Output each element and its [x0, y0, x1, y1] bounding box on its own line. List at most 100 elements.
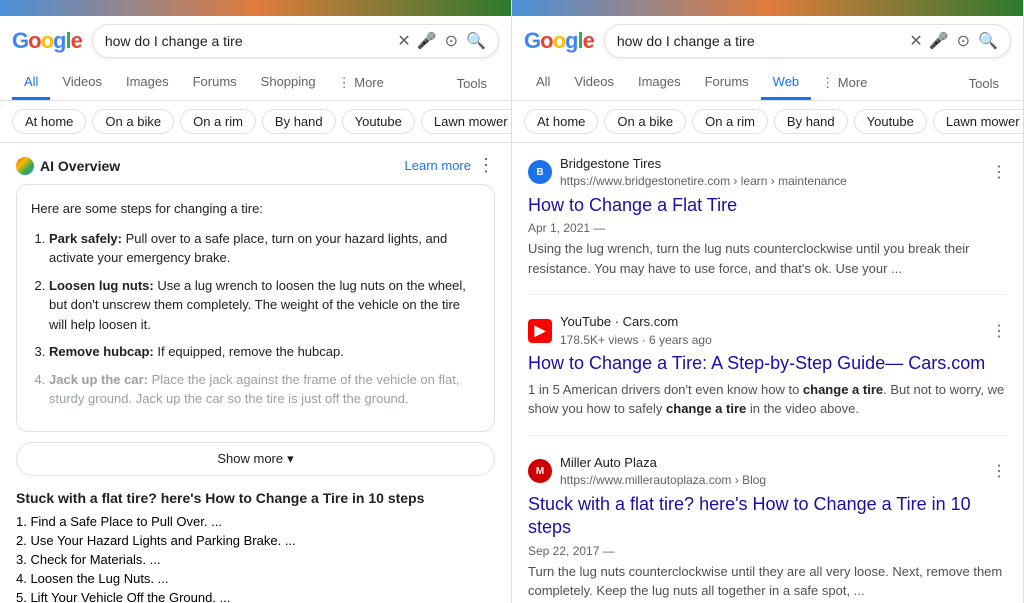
learn-more-link[interactable]: Learn more — [405, 158, 471, 173]
left-panel: Google ✕ 🎤 ⊙ 🔍 All Videos Images Forums … — [0, 0, 512, 603]
youtube-cars-result-title[interactable]: How to Change a Tire: A Step-by-Step Gui… — [528, 352, 1007, 375]
list-item: 1. Find a Safe Place to Pull Over. ... — [16, 514, 495, 529]
tools-btn-right[interactable]: Tools — [957, 68, 1011, 99]
ai-step-1: Park safely: Pull over to a safe place, … — [49, 229, 480, 268]
show-more-button[interactable]: Show more ▾ — [16, 442, 495, 476]
chip-at-home-left[interactable]: At home — [12, 109, 86, 134]
bridgestone-favicon: B — [528, 160, 552, 184]
chip-by-hand-right[interactable]: By hand — [774, 109, 848, 134]
header-right: Google ✕ 🎤 ⊙ 🔍 All Videos Images Forums … — [512, 16, 1023, 101]
left-content: AI Overview Learn more ⋮ Here are some s… — [0, 143, 511, 603]
tab-all-left[interactable]: All — [12, 66, 50, 100]
tab-shopping-left[interactable]: Shopping — [249, 66, 328, 100]
tab-all-right[interactable]: All — [524, 66, 562, 100]
miller-site-info: Miller Auto Plaza https://www.millerauto… — [560, 454, 766, 489]
bridgestone-site-info: Bridgestone Tires https://www.bridgeston… — [560, 155, 847, 190]
voice-icon-right[interactable]: 🎤 — [929, 31, 949, 51]
list-item: 3. Check for Materials. ... — [16, 552, 495, 567]
result-more-icon-1[interactable]: ⋮ — [991, 162, 1007, 182]
chip-on-a-bike-right[interactable]: On a bike — [604, 109, 686, 134]
lens-icon-left[interactable]: ⊙ — [445, 31, 458, 51]
top-banner-left — [0, 0, 511, 16]
miller-name: Miller Auto Plaza — [560, 454, 766, 472]
chip-on-a-bike-left[interactable]: On a bike — [92, 109, 174, 134]
list-item: 5. Lift Your Vehicle Off the Ground. ... — [16, 590, 495, 603]
youtube-cars-snippet: 1 in 5 American drivers don't even know … — [528, 380, 1007, 419]
section-title: Stuck with a flat tire? here's How to Ch… — [16, 490, 495, 506]
chip-by-hand-left[interactable]: By hand — [262, 109, 336, 134]
right-content: B Bridgestone Tires https://www.bridgest… — [512, 143, 1023, 603]
result-more-icon-3[interactable]: ⋮ — [991, 461, 1007, 481]
search-icon-left[interactable]: 🔍 — [466, 31, 486, 51]
search-result-bridgestone: B Bridgestone Tires https://www.bridgest… — [528, 155, 1007, 295]
more-tab-left[interactable]: ⋮ More — [328, 67, 394, 99]
organic-section: Stuck with a flat tire? here's How to Ch… — [16, 490, 495, 603]
ai-content-box: Here are some steps for changing a tire:… — [16, 184, 495, 432]
search-input-right[interactable] — [617, 33, 909, 49]
bridgestone-name: Bridgestone Tires — [560, 155, 847, 173]
chip-on-a-rim-left[interactable]: On a rim — [180, 109, 256, 134]
bridgestone-result-title[interactable]: How to Change a Flat Tire — [528, 194, 1007, 217]
filter-row-right: At home On a bike On a rim By hand Youtu… — [512, 101, 1023, 143]
miller-snippet: Turn the lug nuts counterclockwise until… — [528, 562, 1007, 601]
bridgestone-url: https://www.bridgestonetire.com › learn … — [560, 173, 847, 190]
miller-url: https://www.millerautoplaza.com › Blog — [560, 472, 766, 489]
search-bar-left[interactable]: ✕ 🎤 ⊙ 🔍 — [92, 24, 499, 58]
ai-steps-list: Park safely: Pull over to a safe place, … — [31, 229, 480, 409]
youtube-cars-name: YouTube · Cars.com — [560, 313, 712, 331]
list-item: 4. Loosen the Lug Nuts. ... — [16, 571, 495, 586]
youtube-cars-url: 178.5K+ views · 6 years ago — [560, 332, 712, 349]
search-result-youtube-cars: ▶ YouTube · Cars.com 178.5K+ views · 6 y… — [528, 313, 1007, 435]
bridgestone-snippet: Using the lug wrench, turn the lug nuts … — [528, 239, 1007, 278]
youtube-cars-favicon: ▶ — [528, 319, 552, 343]
filter-row-left: At home On a bike On a rim By hand Youtu… — [0, 101, 511, 143]
tab-forums-right[interactable]: Forums — [693, 66, 761, 100]
show-more-label: Show more — [217, 451, 283, 466]
chip-on-a-rim-right[interactable]: On a rim — [692, 109, 768, 134]
chip-youtube-left[interactable]: Youtube — [342, 109, 415, 134]
tab-web-right[interactable]: Web — [761, 66, 812, 100]
right-panel: Google ✕ 🎤 ⊙ 🔍 All Videos Images Forums … — [512, 0, 1024, 603]
ai-intro: Here are some steps for changing a tire: — [31, 199, 480, 219]
ai-sparkle-icon — [16, 157, 34, 175]
ai-badge: AI Overview — [16, 157, 120, 175]
nav-tabs-left: All Videos Images Forums Shopping ⋮ More… — [12, 66, 499, 100]
chip-youtube-right[interactable]: Youtube — [854, 109, 927, 134]
header-left: Google ✕ 🎤 ⊙ 🔍 All Videos Images Forums … — [0, 16, 511, 101]
miller-result-title[interactable]: Stuck with a flat tire? here's How to Ch… — [528, 493, 1007, 540]
tab-videos-right[interactable]: Videos — [562, 66, 626, 100]
tab-images-left[interactable]: Images — [114, 66, 181, 100]
tools-btn-left[interactable]: Tools — [445, 68, 499, 99]
clear-icon-left[interactable]: ✕ — [397, 31, 410, 51]
ai-more-icon[interactable]: ⋮ — [477, 155, 495, 176]
miller-meta: Sep 22, 2017 — — [528, 544, 1007, 558]
ai-step-2: Loosen lug nuts: Use a lug wrench to loo… — [49, 276, 480, 335]
ai-step-3: Remove hubcap: If equipped, remove the h… — [49, 342, 480, 362]
google-logo-left: Google — [12, 28, 82, 54]
ai-badge-label: AI Overview — [40, 158, 120, 174]
google-logo-right: Google — [524, 28, 594, 54]
tab-videos-left[interactable]: Videos — [50, 66, 114, 100]
result-more-icon-2[interactable]: ⋮ — [991, 321, 1007, 341]
ai-overview-container: AI Overview Learn more ⋮ Here are some s… — [16, 155, 495, 476]
tab-forums-left[interactable]: Forums — [181, 66, 249, 100]
tab-images-right[interactable]: Images — [626, 66, 693, 100]
miller-favicon: M — [528, 459, 552, 483]
bridgestone-meta: Apr 1, 2021 — — [528, 221, 1007, 235]
top-banner-right — [512, 0, 1023, 16]
steps-list: 1. Find a Safe Place to Pull Over. ... 2… — [16, 514, 495, 603]
chip-lawn-mower-right[interactable]: Lawn mower — [933, 109, 1023, 134]
search-icon-right[interactable]: 🔍 — [978, 31, 998, 51]
list-item: 2. Use Your Hazard Lights and Parking Br… — [16, 533, 495, 548]
chip-at-home-right[interactable]: At home — [524, 109, 598, 134]
search-input-left[interactable] — [105, 33, 397, 49]
more-tab-right[interactable]: ⋮ More — [811, 67, 877, 99]
search-bar-right[interactable]: ✕ 🎤 ⊙ 🔍 — [604, 24, 1011, 58]
chip-lawn-mower-left[interactable]: Lawn mower — [421, 109, 511, 134]
chevron-down-icon: ▾ — [287, 451, 294, 467]
ai-step-4: Jack up the car: Place the jack against … — [49, 370, 480, 409]
lens-icon-right[interactable]: ⊙ — [957, 31, 970, 51]
clear-icon-right[interactable]: ✕ — [909, 31, 922, 51]
voice-icon-left[interactable]: 🎤 — [417, 31, 437, 51]
youtube-cars-site-info: YouTube · Cars.com 178.5K+ views · 6 yea… — [560, 313, 712, 348]
